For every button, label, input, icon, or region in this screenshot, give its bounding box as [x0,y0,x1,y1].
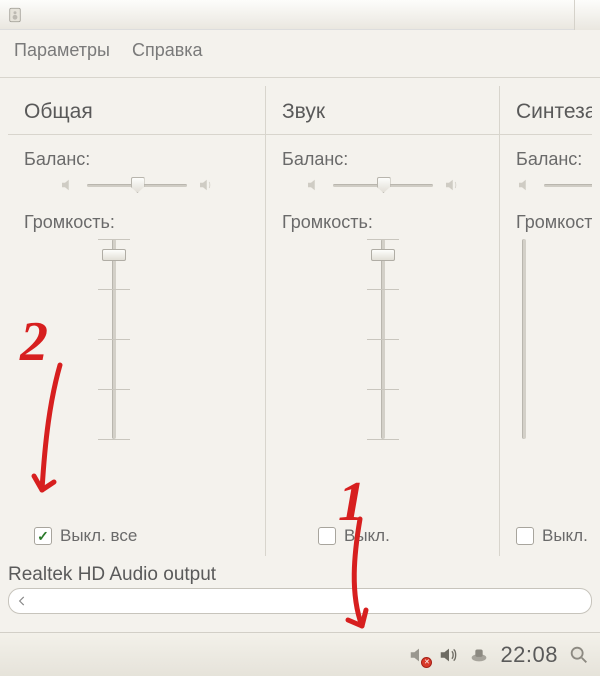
divider [266,134,499,135]
speaker-right-icon [443,176,461,194]
speaker-right-icon [197,176,215,194]
channel-master: Общая Баланс: Громкость: [8,86,266,556]
volume-label: Громкость: [24,212,249,233]
balance-label: Баланс: [282,149,483,170]
menu-help[interactable]: Справка [132,40,203,61]
balance-label: Баланс: [516,149,592,170]
channel-title: Звук [282,100,483,124]
device-tray-icon[interactable] [468,644,490,666]
mute-row: Выкл. [282,526,483,546]
taskbar: 22:08 [0,632,600,676]
balance-slider[interactable] [333,176,433,194]
divider [8,134,265,135]
mute-checkbox[interactable] [516,527,534,545]
speaker-app-icon [6,6,24,24]
mute-row: Выкл. [516,526,592,546]
menu-options[interactable]: Параметры [14,40,110,61]
balance-slider[interactable] [544,176,592,194]
mute-checkbox[interactable] [318,527,336,545]
balance-slider[interactable] [87,176,187,194]
channel-wave: Звук Баланс: Громкость: [266,86,500,556]
window-controls[interactable] [574,0,600,30]
speaker-left-icon [305,176,323,194]
mute-label: Выкл. [344,526,390,546]
volume-slider[interactable] [363,239,403,439]
mute-all-checkbox[interactable] [34,527,52,545]
volume-muted-tray-icon[interactable] [408,644,430,666]
volume-slider[interactable] [516,239,556,439]
device-label: Realtek HD Audio output [8,564,592,586]
balance-control [24,176,249,194]
speaker-left-icon [516,176,534,194]
balance-label: Баланс: [24,149,249,170]
volume-label: Громкость: [282,212,483,233]
search-tray-icon[interactable] [568,644,590,666]
divider [500,134,592,135]
volume-label: Громкост [516,212,592,233]
balance-control [516,176,592,194]
taskbar-clock[interactable]: 22:08 [500,642,558,668]
device-selector[interactable] [8,588,592,614]
mute-all-label: Выкл. все [60,526,137,546]
mute-label: Выкл. [542,526,588,546]
mute-all-row: Выкл. все [24,526,249,546]
channel-title: Общая [24,100,249,124]
system-tray [408,644,490,666]
menubar: Параметры Справка [0,30,600,78]
volume-slider[interactable] [94,239,134,439]
titlebar [0,0,600,30]
channel-synth: Синтезато Баланс: Громкост Выкл. [500,86,592,556]
mixer-panel: Общая Баланс: Громкость: [8,86,592,556]
volume-tray-icon[interactable] [438,644,460,666]
speaker-left-icon [59,176,77,194]
chevron-left-icon[interactable] [11,590,33,612]
balance-control [282,176,483,194]
channel-title: Синтезато [516,100,592,124]
muted-badge-icon [421,657,432,668]
